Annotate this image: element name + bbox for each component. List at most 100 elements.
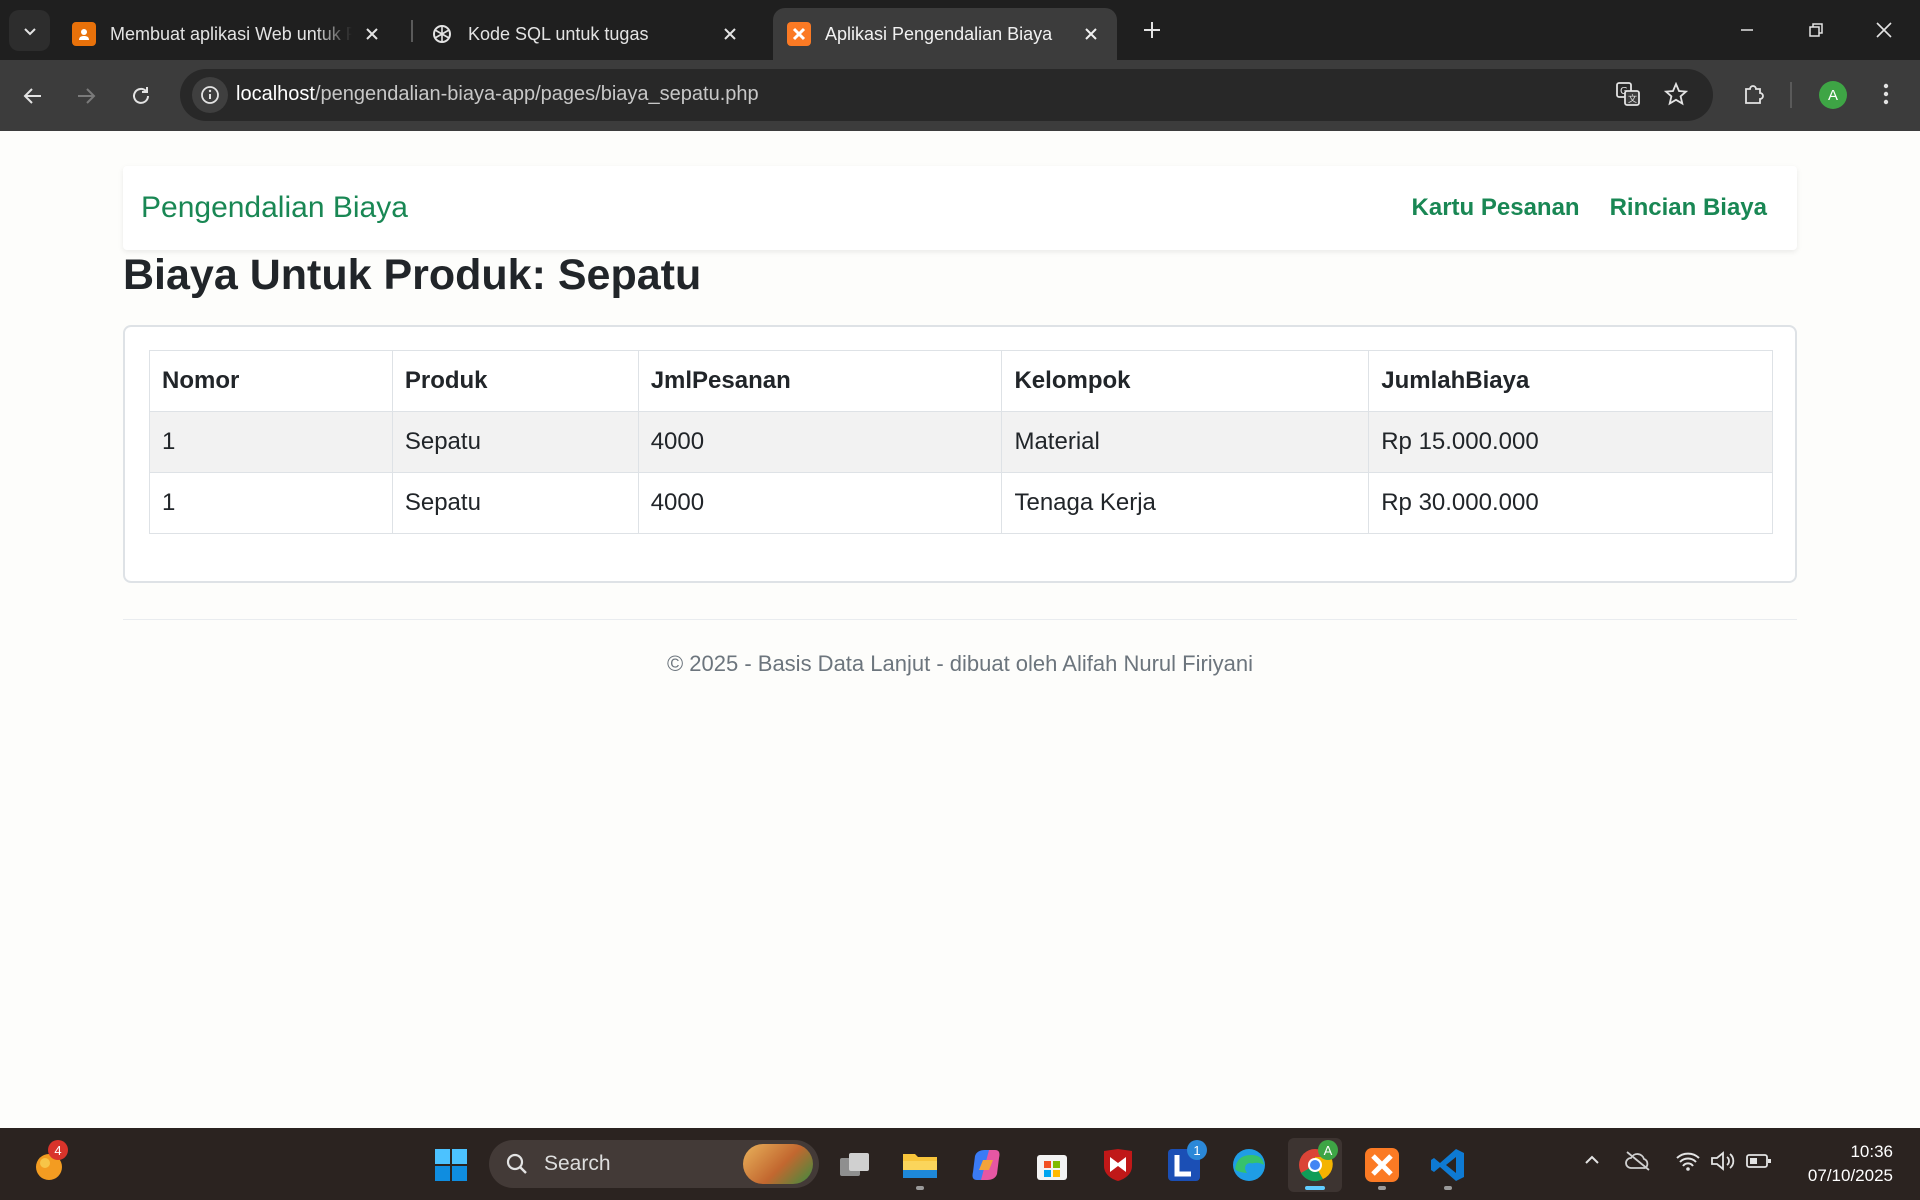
vscode-button[interactable]: [1421, 1138, 1475, 1192]
reload-icon: [133, 87, 149, 104]
web-page: Pengendalian Biaya Kartu Pesanan Rincian…: [0, 131, 1920, 1128]
notification-badge: 4: [48, 1140, 68, 1160]
openai-icon: [430, 22, 454, 46]
notification-badge: 1: [1187, 1140, 1207, 1160]
task-view-icon: [840, 1153, 869, 1176]
restore-button[interactable]: [1798, 12, 1834, 48]
xampp-button[interactable]: [1355, 1138, 1409, 1192]
page-title: Biaya Untuk Produk: Sepatu: [123, 251, 702, 299]
close-icon[interactable]: [1079, 22, 1103, 46]
xampp-icon: [787, 22, 811, 46]
arrow-right-icon: [78, 88, 96, 104]
back-button[interactable]: [13, 76, 53, 116]
url-text: localhost/pengendalian-biaya-app/pages/b…: [236, 83, 759, 106]
wifi-icon: [1676, 1152, 1700, 1171]
tab-search-button[interactable]: [9, 10, 50, 51]
app-l-button[interactable]: 1: [1157, 1138, 1211, 1192]
running-indicator: [1444, 1186, 1452, 1190]
copilot-icon: [972, 1150, 1000, 1180]
chevron-down-icon: [23, 27, 36, 35]
profile-badge: A: [1318, 1140, 1338, 1160]
microsoft-store-button[interactable]: [1025, 1138, 1079, 1192]
cell-kelompok: Material: [1001, 411, 1370, 473]
table-row: 1 Sepatu 4000 Material Rp 15.000.000: [149, 411, 1773, 473]
taskbar-search[interactable]: Search: [489, 1140, 819, 1188]
nav-link-kartu-pesanan[interactable]: Kartu Pesanan: [1412, 194, 1580, 222]
header-kelompok: Kelompok: [1001, 350, 1370, 412]
windows-icon: [435, 1149, 467, 1181]
cell-nomor: 1: [149, 411, 393, 473]
forward-button[interactable]: [66, 76, 106, 116]
battery-button[interactable]: [1746, 1150, 1772, 1177]
running-indicator: [916, 1186, 924, 1190]
widgets-button[interactable]: 4: [22, 1138, 76, 1192]
tab-title: Membuat aplikasi Web untuk Pengendalian …: [110, 23, 352, 44]
close-window-button[interactable]: [1866, 12, 1902, 48]
more-vertical-icon: [1883, 83, 1889, 105]
show-hidden-icons-button[interactable]: [1582, 1150, 1602, 1175]
site-info-button[interactable]: [192, 77, 228, 113]
wifi-button[interactable]: [1675, 1150, 1701, 1177]
address-bar[interactable]: localhost/pengendalian-biaya-app/pages/b…: [180, 69, 1713, 121]
extensions-button[interactable]: [1734, 74, 1774, 114]
onedrive-button[interactable]: [1624, 1150, 1652, 1177]
navbar-brand[interactable]: Pengendalian Biaya: [141, 191, 408, 225]
edge-icon: [1233, 1149, 1265, 1181]
cell-produk: Sepatu: [391, 472, 639, 534]
reload-button[interactable]: [121, 76, 161, 116]
search-icon: [506, 1153, 527, 1174]
nav-link-rincian-biaya[interactable]: Rincian Biaya: [1610, 194, 1767, 222]
task-view-button[interactable]: [828, 1138, 882, 1192]
copilot-button[interactable]: [959, 1138, 1013, 1192]
running-indicator: [1378, 1186, 1386, 1190]
folder-icon: [903, 1154, 937, 1178]
bookmark-button[interactable]: [1656, 74, 1696, 114]
search-highlight-image: [743, 1144, 813, 1184]
url-path: /pengendalian-biaya-app/pages/biaya_sepa…: [314, 83, 759, 105]
tab-aplikasi-pengendalian[interactable]: Aplikasi Pengendalian Biaya: [773, 8, 1117, 60]
search-label: Search: [544, 1152, 611, 1175]
edge-button[interactable]: [1222, 1138, 1276, 1192]
chrome-button[interactable]: A: [1288, 1138, 1342, 1192]
file-explorer-button[interactable]: [893, 1138, 947, 1192]
start-button[interactable]: [424, 1138, 478, 1192]
menu-button[interactable]: [1866, 74, 1906, 114]
clock[interactable]: 10:36 07/10/2025: [1808, 1140, 1893, 1188]
mcafee-button[interactable]: [1091, 1138, 1145, 1192]
xampp-icon: [1365, 1148, 1399, 1182]
footer-text: © 2025 - Basis Data Lanjut - dibuat oleh…: [666, 651, 1254, 676]
tab-title: Kode SQL untuk tugas: [468, 23, 649, 44]
translate-icon: G文: [1616, 82, 1640, 106]
mcafee-shield-icon: [1104, 1149, 1132, 1181]
profile-avatar[interactable]: A: [1819, 81, 1847, 109]
cell-nomor: 1: [149, 472, 393, 534]
running-indicator: [1305, 1186, 1325, 1190]
clock-date: 07/10/2025: [1807, 1166, 1893, 1185]
biaya-table: Nomor Produk JmlPesanan Kelompok JumlahB…: [149, 350, 1773, 534]
tab-membuat-aplikasi[interactable]: Membuat aplikasi Web untuk Pengendalian …: [58, 8, 398, 60]
tab-kode-sql[interactable]: Kode SQL untuk tugas: [416, 8, 756, 60]
header-jumlahbiaya: JumlahBiaya: [1368, 350, 1773, 412]
url-host: localhost: [236, 83, 315, 105]
cell-jmlpesanan: 4000: [637, 411, 1003, 473]
close-icon[interactable]: [360, 22, 384, 46]
cloud-offline-icon: [1625, 1151, 1650, 1171]
new-tab-button[interactable]: [1136, 14, 1168, 46]
header-jmlpesanan: JmlPesanan: [637, 350, 1003, 412]
minimize-button[interactable]: [1729, 12, 1765, 48]
tab-title: Aplikasi Pengendalian Biaya: [825, 23, 1053, 44]
volume-button[interactable]: [1710, 1150, 1736, 1177]
minimize-icon: [1741, 29, 1753, 31]
close-icon[interactable]: [718, 22, 742, 46]
tab-separator: [411, 20, 413, 42]
cell-produk: Sepatu: [391, 411, 639, 473]
info-icon: [201, 86, 219, 104]
star-icon: [1664, 82, 1688, 106]
translate-button[interactable]: G文: [1608, 74, 1648, 114]
header-nomor: Nomor: [149, 350, 393, 412]
taskbar: 4 Search 1 A 10:36 07/10/2025: [0, 1128, 1920, 1200]
svg-text:文: 文: [1628, 93, 1637, 105]
header-produk: Produk: [391, 350, 639, 412]
vscode-icon: [1431, 1149, 1464, 1181]
cell-kelompok: Tenaga Kerja: [1001, 472, 1370, 534]
